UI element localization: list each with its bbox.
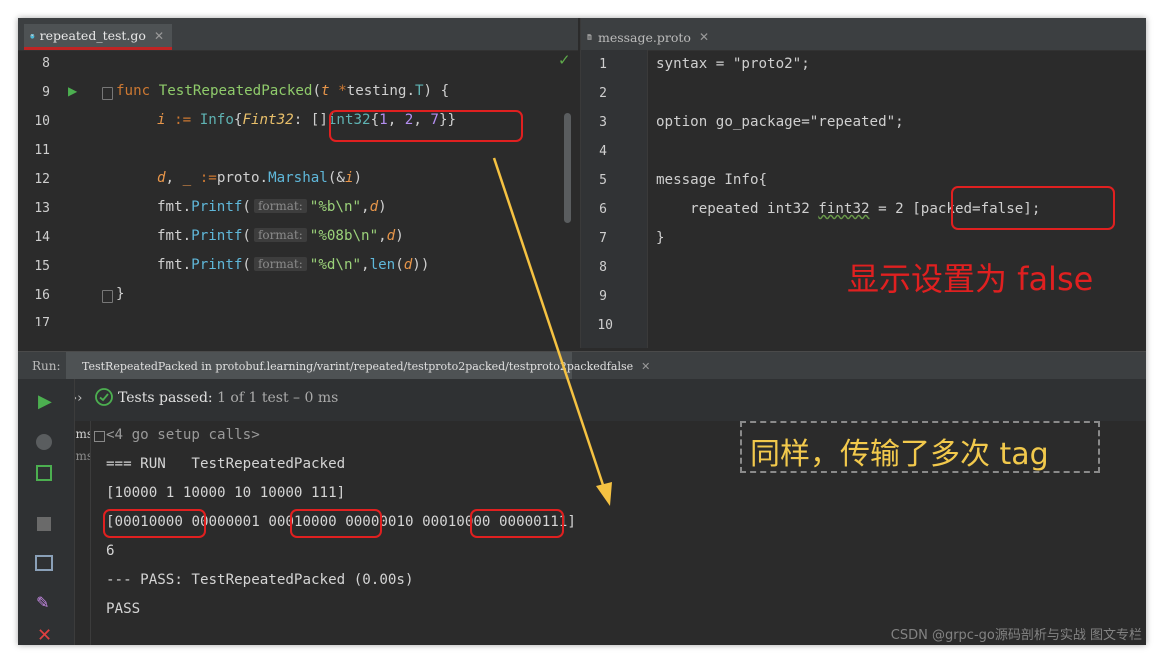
arrow-overlay <box>492 157 612 506</box>
arrow-head <box>596 482 612 506</box>
ide-window: repeated_test.go ✕ ✓ 8 9 10 11 12 13 14 … <box>18 18 1146 645</box>
watermark: CSDN @grpc-go源码剖析与实战 图文专栏 <box>890 628 1142 643</box>
arrow-line <box>492 157 606 489</box>
